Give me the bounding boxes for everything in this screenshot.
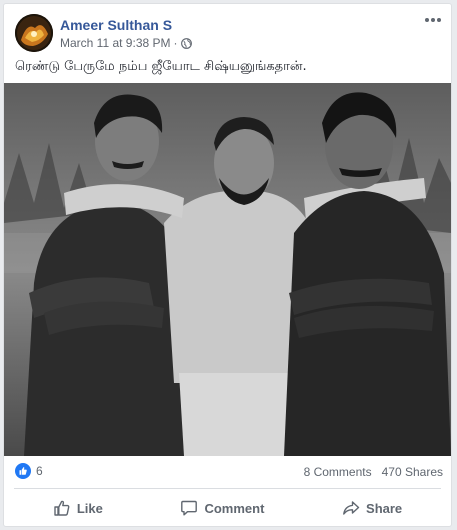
avatar[interactable] bbox=[15, 14, 53, 52]
like-button[interactable]: Like bbox=[43, 495, 113, 521]
engagement-counts: 8 Comments 470 Shares bbox=[304, 465, 443, 479]
meta-separator: · bbox=[173, 36, 178, 50]
globe-icon[interactable] bbox=[180, 37, 192, 49]
like-label: Like bbox=[76, 500, 103, 516]
comment-icon bbox=[180, 499, 198, 517]
thumbs-up-icon bbox=[53, 499, 71, 517]
author-name[interactable]: Ameer Sulthan S bbox=[60, 17, 172, 33]
share-button[interactable]: Share bbox=[332, 495, 412, 521]
divider bbox=[14, 488, 441, 489]
like-reaction-icon bbox=[15, 463, 31, 479]
comments-count[interactable]: 8 Comments bbox=[304, 465, 372, 479]
reaction-count[interactable]: 6 bbox=[36, 464, 43, 478]
reactions-summary[interactable]: 6 bbox=[15, 463, 43, 479]
share-label: Share bbox=[366, 500, 403, 516]
post-text: ரெண்டு பேருமே நம்ப ஜீயோட சிஷ்யனுங்கதான். bbox=[15, 59, 307, 74]
post-timestamp[interactable]: March 11 at 9:38 PM bbox=[60, 36, 171, 50]
more-options-icon[interactable] bbox=[423, 12, 443, 28]
comment-label: Comment bbox=[204, 500, 265, 516]
post-meta: March 11 at 9:38 PM · bbox=[60, 36, 192, 50]
post-card: Ameer Sulthan S March 11 at 9:38 PM · ரெ… bbox=[3, 3, 452, 527]
comment-button[interactable]: Comment bbox=[170, 495, 274, 521]
post-photo[interactable] bbox=[4, 83, 451, 456]
share-arrow-icon bbox=[342, 499, 360, 517]
shares-count[interactable]: 470 Shares bbox=[382, 465, 443, 479]
action-bar: Like Comment Share bbox=[14, 492, 441, 524]
